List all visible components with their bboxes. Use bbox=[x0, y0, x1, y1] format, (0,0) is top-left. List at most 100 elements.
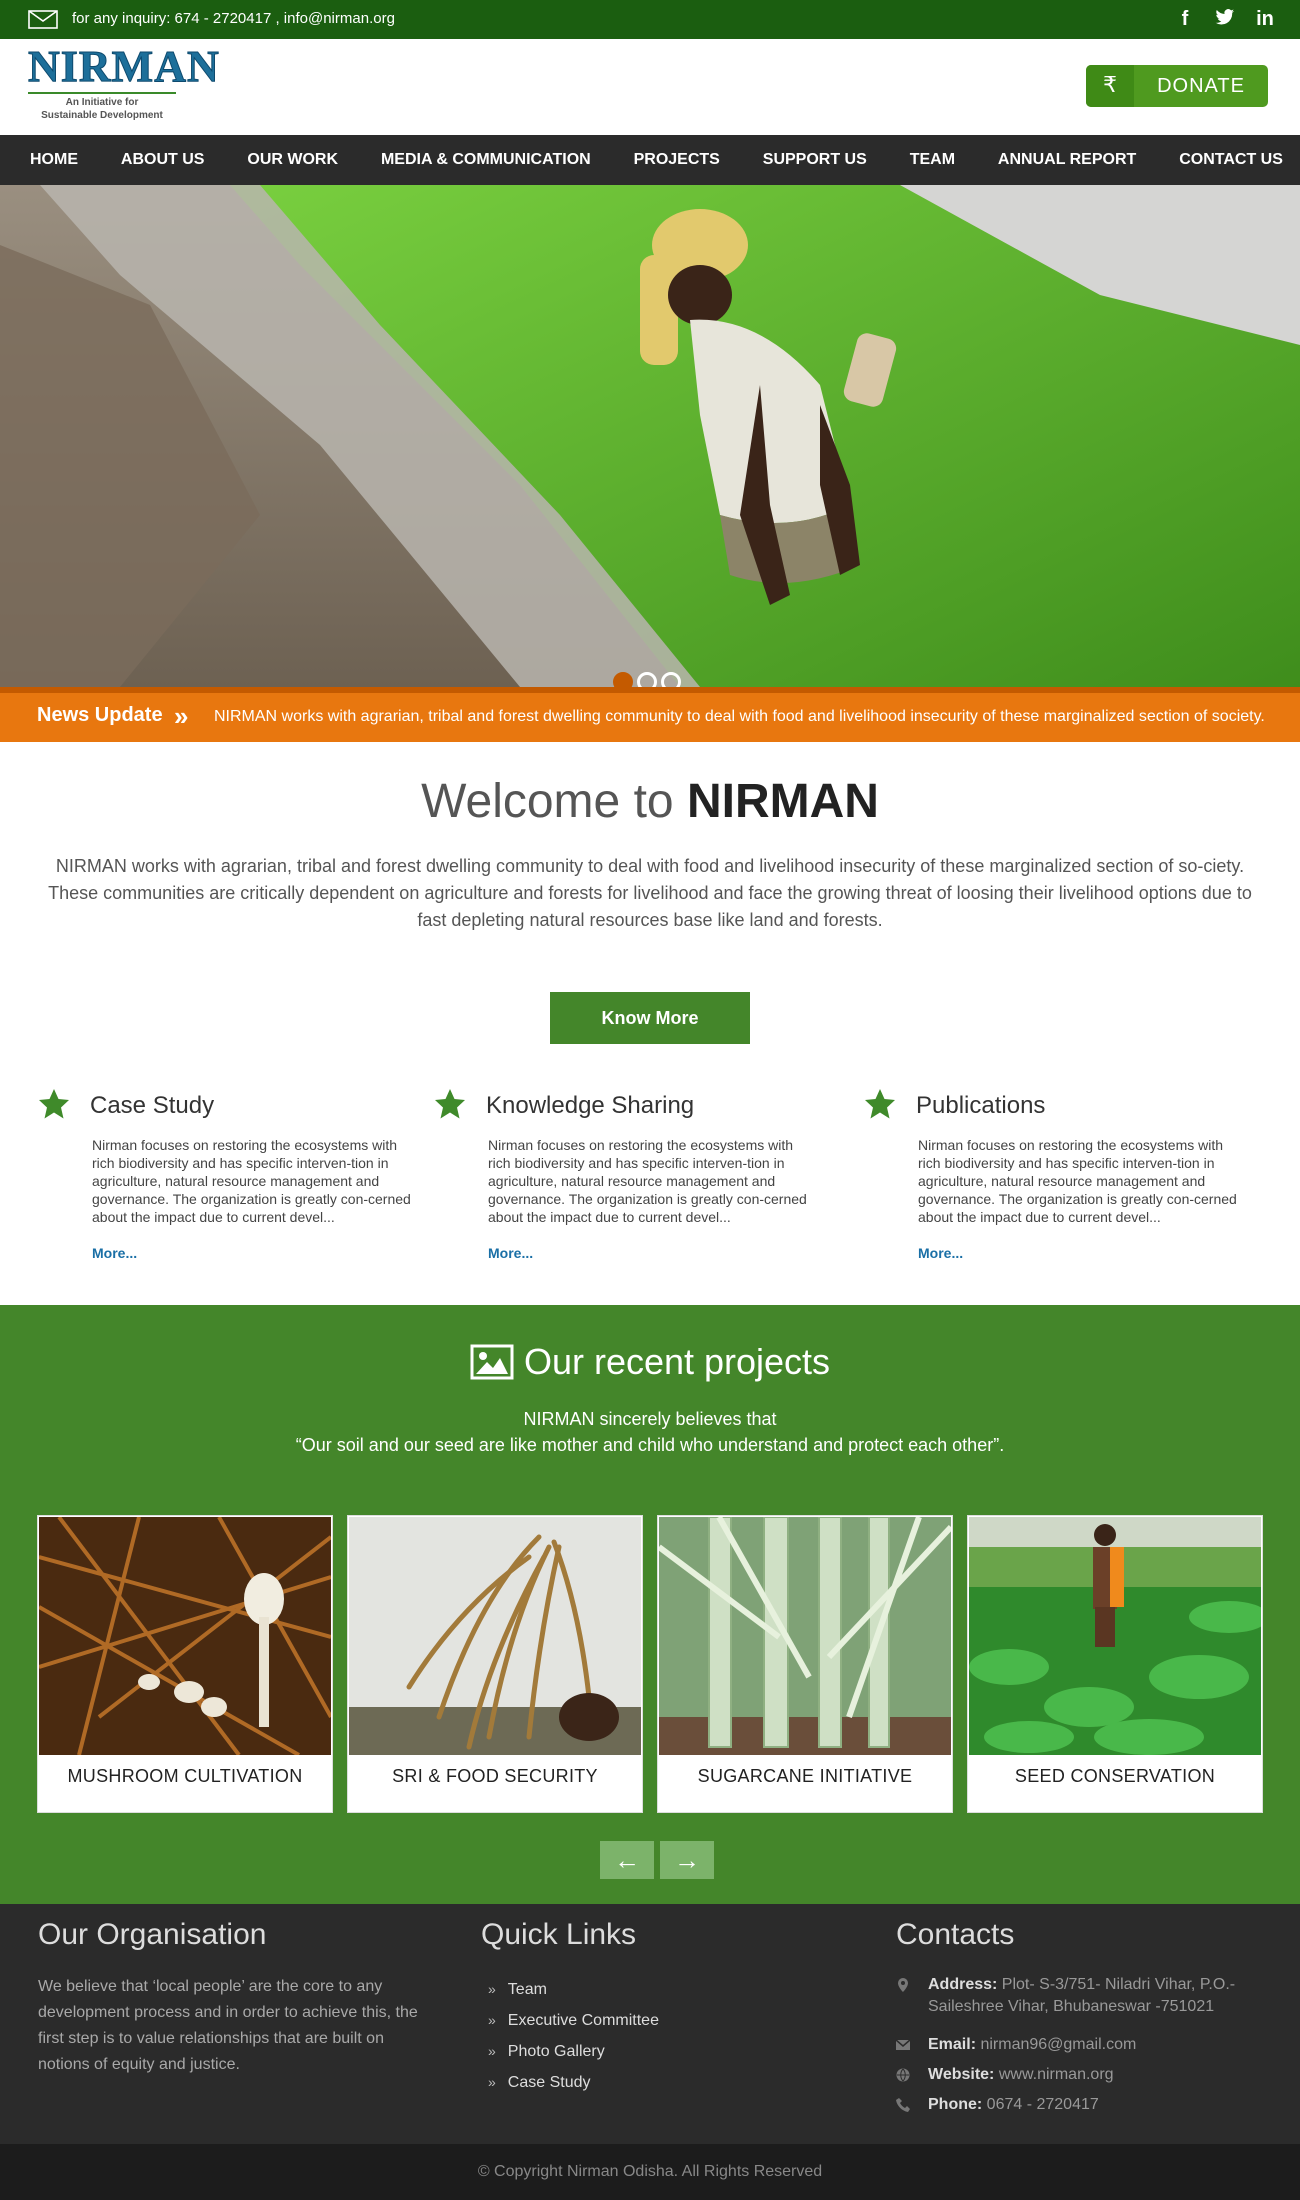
double-chevron-icon: » bbox=[488, 2043, 496, 2059]
website-value[interactable]: www.nirman.org bbox=[994, 2066, 1114, 2083]
twitter-icon[interactable] bbox=[1214, 8, 1236, 30]
star-icon bbox=[39, 1089, 69, 1119]
double-chevron-icon: » bbox=[488, 2012, 496, 2028]
welcome-title: Welcome to NIRMAN bbox=[0, 774, 1300, 829]
website-label: Website: bbox=[928, 2066, 995, 2083]
quick-link-label: Executive Committee bbox=[507, 2012, 659, 2029]
nav-support-us[interactable]: SUPPORT US bbox=[763, 135, 867, 185]
mail-icon bbox=[28, 10, 58, 29]
feature-title: Case Study bbox=[90, 1092, 215, 1119]
mushroom-image bbox=[39, 1517, 331, 1755]
nav-team[interactable]: TEAM bbox=[910, 135, 955, 185]
hero-slider[interactable] bbox=[0, 185, 1300, 687]
main-nav: HOME ABOUT US OUR WORK MEDIA & COMMUNICA… bbox=[0, 135, 1300, 185]
rupee-icon: ₹ bbox=[1086, 65, 1134, 107]
phone-value: 0674 - 2720417 bbox=[982, 2096, 1099, 2113]
project-label: SUGARCANE INITIATIVE bbox=[697, 1766, 913, 1786]
star-icon bbox=[865, 1089, 895, 1119]
donate-button[interactable]: ₹ DONATE bbox=[1086, 65, 1268, 107]
nav-annual-report[interactable]: ANNUAL REPORT bbox=[998, 135, 1136, 185]
feature-more-link[interactable]: More... bbox=[918, 1245, 963, 1261]
project-card-sri[interactable]: SRI & FOOD SECURITY bbox=[347, 1515, 643, 1813]
hero-image bbox=[0, 185, 1300, 687]
prev-arrow-button[interactable]: ← bbox=[600, 1841, 654, 1879]
footer-org-title: Our Organisation bbox=[38, 1918, 267, 1951]
map-marker-icon bbox=[898, 1978, 908, 1992]
double-chevron-icon: » bbox=[174, 701, 189, 731]
quick-link-case-study[interactable]: » Case Study bbox=[488, 2067, 659, 2098]
image-icon bbox=[470, 1344, 514, 1380]
footer-org-text: We believe that ‘local people’ are the c… bbox=[38, 1978, 418, 2073]
quick-link-label: Case Study bbox=[507, 2074, 591, 2091]
project-label: MUSHROOM CULTIVATION bbox=[67, 1766, 303, 1786]
inquiry-text: for any inquiry: 674 - 2720417 , info@ni… bbox=[72, 10, 395, 27]
linkedin-icon[interactable]: in bbox=[1254, 8, 1276, 30]
know-more-button[interactable]: Know More bbox=[550, 992, 750, 1044]
email-value[interactable]: nirman96@gmail.com bbox=[976, 2036, 1136, 2053]
double-chevron-icon: » bbox=[488, 1981, 496, 1997]
quick-link-team[interactable]: » Team bbox=[488, 1974, 659, 2005]
project-card-mushroom[interactable]: MUSHROOM CULTIVATION bbox=[37, 1515, 333, 1813]
quick-link-photo-gallery[interactable]: » Photo Gallery bbox=[488, 2036, 659, 2067]
project-card-seed[interactable]: SEED CONSERVATION bbox=[967, 1515, 1263, 1813]
feature-text: Nirman focuses on restoring the ecosyste… bbox=[918, 1137, 1237, 1225]
next-arrow-button[interactable]: → bbox=[660, 1841, 714, 1879]
sugarcane-image bbox=[659, 1517, 951, 1755]
nav-contact-us[interactable]: CONTACT US bbox=[1179, 135, 1283, 185]
projects-quote: “Our soil and our seed are like mother a… bbox=[295, 1435, 1005, 1455]
logo-tagline-2: Sustainable Development bbox=[41, 110, 163, 121]
news-update-bar: News Update » NIRMAN works with agrarian… bbox=[0, 687, 1300, 742]
double-chevron-icon: » bbox=[488, 2074, 496, 2090]
phone-label: Phone: bbox=[928, 2096, 983, 2113]
facebook-icon[interactable]: f bbox=[1174, 8, 1196, 30]
nav-home[interactable]: HOME bbox=[30, 135, 78, 185]
projects-quote-intro: NIRMAN sincerely believes that bbox=[523, 1409, 777, 1429]
email-label: Email: bbox=[928, 2036, 977, 2053]
footer-contacts-title: Contacts bbox=[896, 1918, 1015, 1951]
feature-title: Knowledge Sharing bbox=[486, 1092, 695, 1119]
projects-title-text: Our recent projects bbox=[523, 1341, 831, 1382]
slider-dots bbox=[613, 672, 681, 687]
recent-projects-section: Our recent projects NIRMAN sincerely bel… bbox=[0, 1305, 1300, 1904]
projects-title: Our recent projects bbox=[0, 1341, 1300, 1383]
address-label: Address: bbox=[928, 1976, 998, 1993]
logo-tagline-1: An Initiative for bbox=[65, 97, 139, 108]
star-icon bbox=[435, 1089, 465, 1119]
news-title: News Update bbox=[37, 704, 163, 726]
phone-icon bbox=[896, 2098, 910, 2112]
donate-label: DONATE bbox=[1157, 74, 1245, 97]
quick-link-executive-committee[interactable]: » Executive Committee bbox=[488, 2005, 659, 2036]
welcome-text: NIRMAN works with agrarian, tribal and f… bbox=[48, 856, 1252, 930]
nav-about-us[interactable]: ABOUT US bbox=[121, 135, 205, 185]
envelope-icon bbox=[896, 2039, 910, 2050]
top-bar: for any inquiry: 674 - 2720417 , info@ni… bbox=[0, 0, 1300, 39]
project-label: SRI & FOOD SECURITY bbox=[392, 1766, 598, 1786]
feature-more-link[interactable]: More... bbox=[488, 1245, 533, 1261]
welcome-prefix: Welcome to bbox=[421, 775, 687, 828]
slider-dot-2[interactable] bbox=[637, 672, 657, 687]
seed-conservation-image bbox=[969, 1517, 1261, 1755]
nav-media-communication[interactable]: MEDIA & COMMUNICATION bbox=[381, 135, 591, 185]
rice-image bbox=[349, 1517, 641, 1755]
social-links: f in bbox=[1174, 8, 1276, 30]
slider-dot-3[interactable] bbox=[661, 672, 681, 687]
feature-title: Publications bbox=[916, 1092, 1046, 1119]
feature-more-link[interactable]: More... bbox=[92, 1245, 137, 1261]
logo-divider bbox=[28, 92, 176, 94]
feature-text: Nirman focuses on restoring the ecosyste… bbox=[92, 1137, 411, 1225]
copyright-bar: © Copyright Nirman Odisha. All Rights Re… bbox=[0, 2144, 1300, 2200]
nav-our-work[interactable]: OUR WORK bbox=[247, 135, 338, 185]
news-ticker[interactable]: NIRMAN works with agrarian, tribal and f… bbox=[214, 708, 1265, 726]
quick-links: » Team » Executive Committee » Photo Galler… bbox=[488, 1974, 659, 2098]
site-header: NIRMAN An Initiative for Sustainable Dev… bbox=[0, 39, 1300, 135]
logo-brand: NIRMAN bbox=[28, 42, 220, 91]
nirman-logo[interactable]: NIRMAN An Initiative for Sustainable Dev… bbox=[28, 42, 220, 130]
quick-link-label: Photo Gallery bbox=[507, 2043, 605, 2060]
globe-icon bbox=[896, 2068, 910, 2082]
nav-projects[interactable]: PROJECTS bbox=[634, 135, 720, 185]
welcome-brand: NIRMAN bbox=[686, 775, 879, 828]
project-label: SEED CONSERVATION bbox=[1014, 1766, 1216, 1786]
project-card-sugarcane[interactable]: SUGARCANE INITIATIVE bbox=[657, 1515, 953, 1813]
slider-dot-1[interactable] bbox=[613, 672, 633, 687]
site-footer: Our Organisation We believe that ‘local … bbox=[0, 1904, 1300, 2144]
